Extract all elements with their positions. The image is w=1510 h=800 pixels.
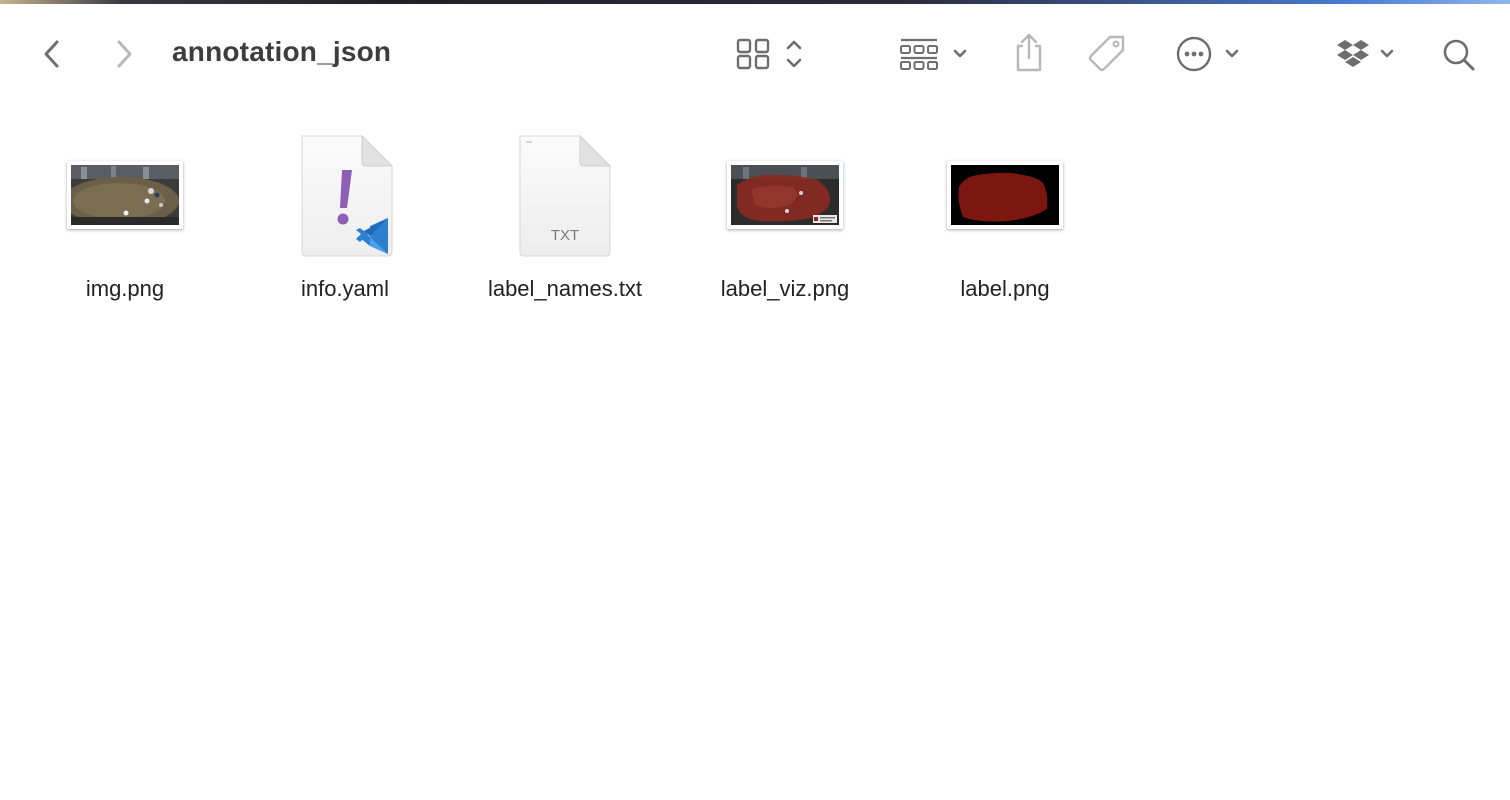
image-thumbnail-icon — [67, 161, 183, 229]
file-item-label-viz[interactable]: label_viz.png — [685, 100, 885, 320]
view-mode-button[interactable] — [730, 34, 810, 74]
file-item-img[interactable]: img.png — [25, 100, 225, 320]
file-item-label-names[interactable]: TXT label_names.txt — [465, 100, 665, 320]
txt-badge: TXT — [551, 227, 579, 244]
back-button[interactable] — [36, 34, 68, 74]
search-icon — [1443, 39, 1475, 71]
file-thumbnail — [905, 130, 1105, 260]
group-by-icon — [900, 38, 967, 70]
file-name: label_viz.png — [720, 276, 850, 301]
search-button[interactable] — [1438, 34, 1480, 76]
icon-grid-view-icon — [736, 38, 802, 70]
text-document-icon: TXT — [519, 134, 612, 257]
tag-icon — [1088, 35, 1125, 72]
file-thumbnail — [685, 130, 885, 260]
finder-window: annotation_json img.png info.yaml TXT la… — [0, 0, 1510, 800]
image-thumbnail-icon — [727, 161, 843, 229]
more-actions-button[interactable] — [1170, 32, 1246, 76]
file-name: info.yaml — [300, 276, 390, 301]
file-thumbnail: TXT — [465, 130, 665, 260]
file-thumbnail — [245, 130, 445, 260]
file-name: label.png — [960, 276, 1050, 301]
share-button[interactable] — [1008, 30, 1050, 76]
share-icon — [1016, 33, 1042, 72]
forward-button[interactable] — [108, 34, 140, 74]
dropbox-button[interactable] — [1332, 32, 1402, 76]
ellipsis-circle-icon — [1176, 36, 1239, 72]
file-thumbnail — [25, 130, 225, 260]
group-by-button[interactable] — [894, 34, 974, 74]
yaml-document-icon — [301, 134, 394, 257]
chevron-right-icon — [117, 40, 132, 68]
file-item-info-yaml[interactable]: info.yaml — [245, 100, 445, 320]
window-title: annotation_json — [172, 36, 392, 67]
chevron-left-icon — [44, 40, 59, 68]
file-name: img.png — [85, 276, 165, 301]
tag-button[interactable] — [1084, 32, 1130, 76]
file-item-label[interactable]: label.png — [905, 100, 1105, 320]
image-thumbnail-icon — [947, 161, 1063, 229]
toolbar: annotation_json — [0, 4, 1510, 100]
file-name: label_names.txt — [487, 276, 643, 301]
dropbox-icon — [1337, 40, 1394, 67]
file-grid: img.png info.yaml TXT label_names.txt la… — [0, 100, 1510, 800]
